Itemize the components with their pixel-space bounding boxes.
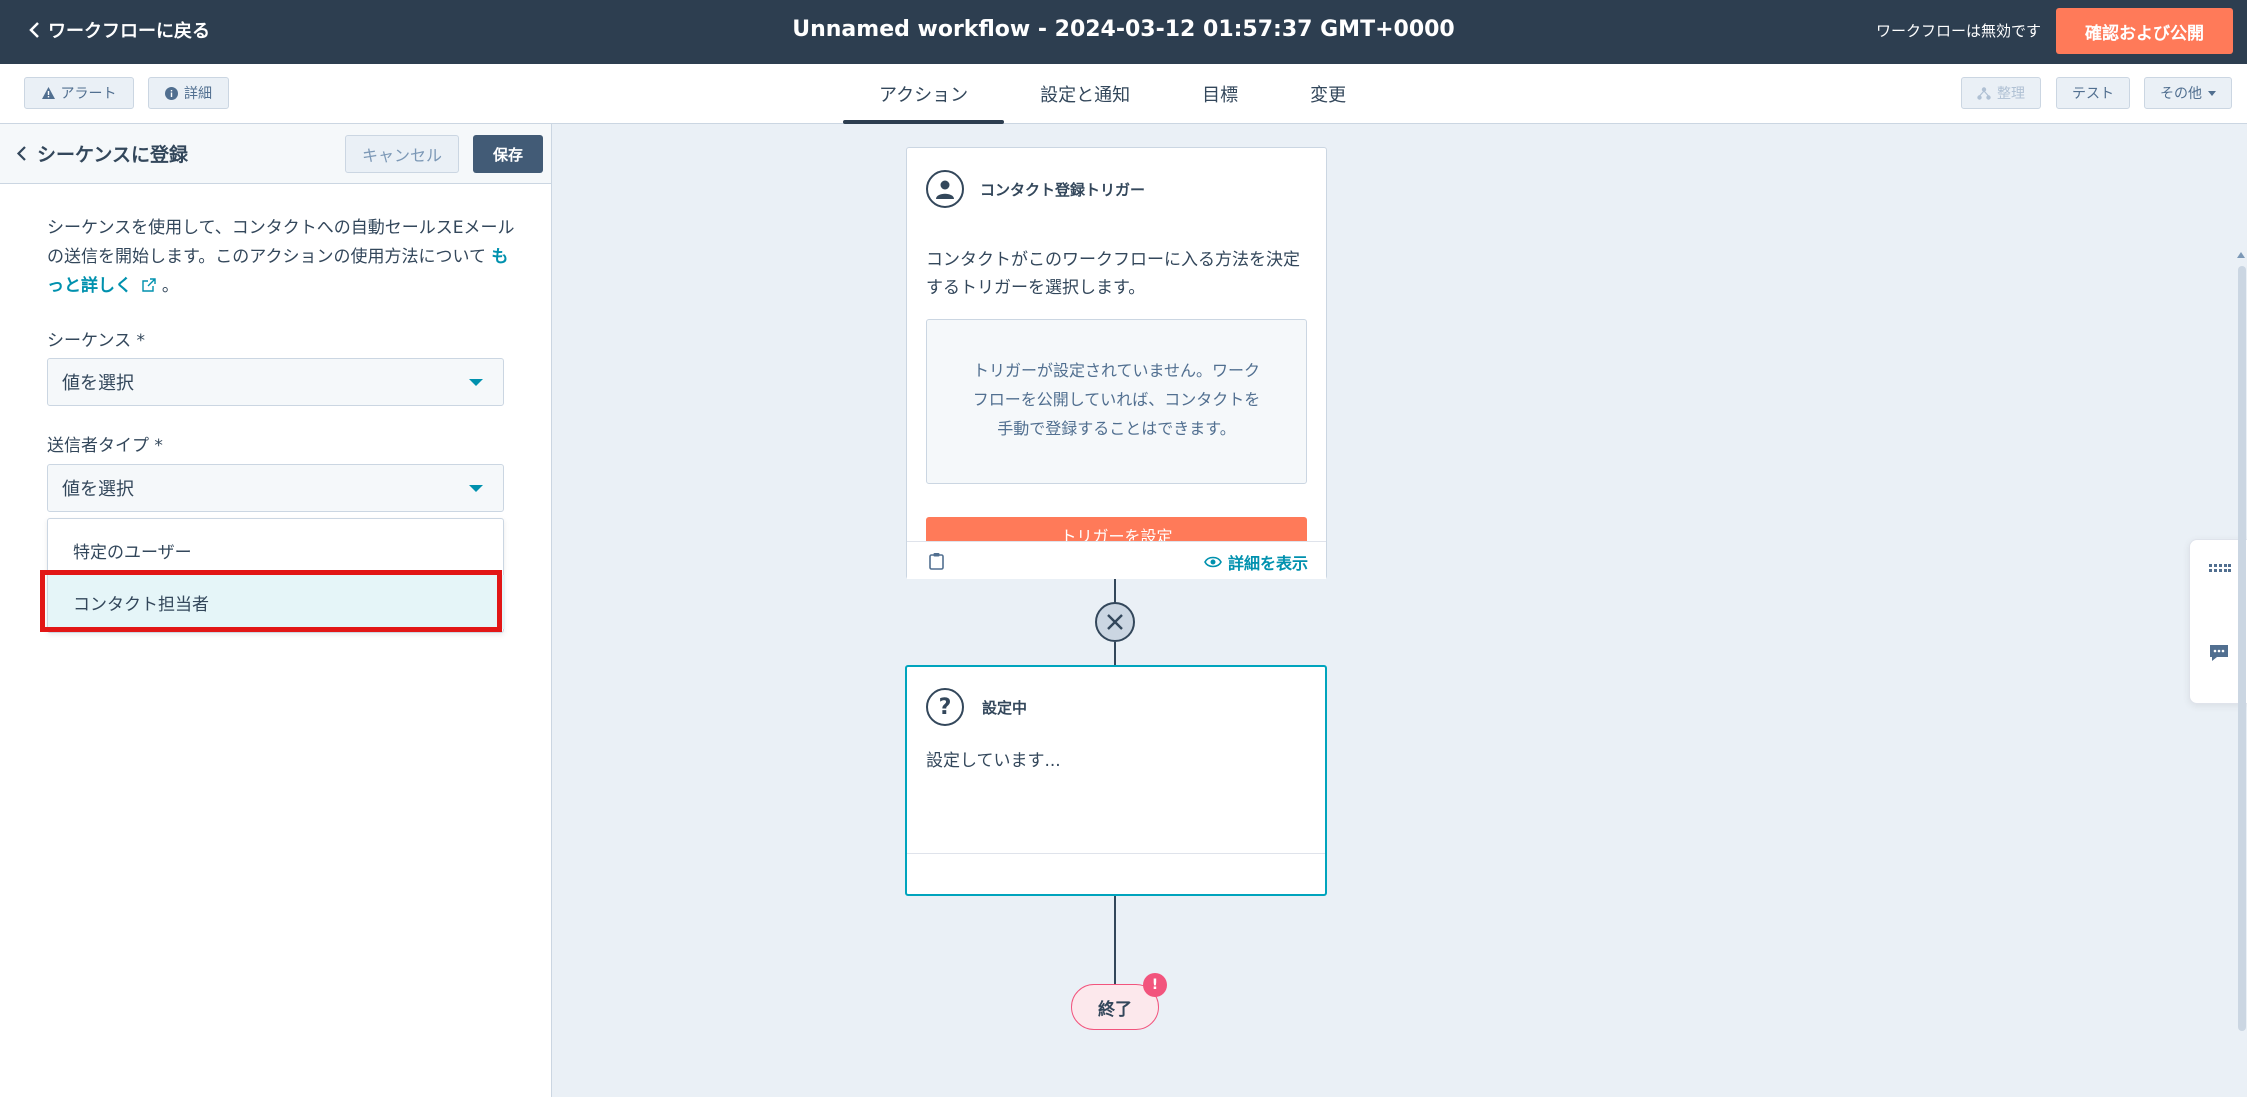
chat-icon[interactable] [2209,644,2229,662]
organize-label: 整理 [1997,86,2025,102]
organize-icon [1977,86,1991,100]
description-text: シーケンスを使用して、コンタクトへの自動セールスEメールの送信を開始します。この… [47,218,515,267]
error-badge-icon: ! [1143,973,1167,997]
back-to-workflows-link[interactable]: ワークフローに戻る [28,17,210,43]
view-details-label: 詳細を表示 [1227,554,1308,573]
cancel-button[interactable]: キャンセル [345,135,459,173]
connector-line [1114,579,1116,603]
tab-changes[interactable]: 変更 [1274,64,1382,124]
details-label: 詳細 [184,86,212,102]
warning-icon [41,87,55,99]
workflow-status: ワークフローは無効です [1875,22,2041,40]
details-button[interactable]: 詳細 [148,77,229,109]
trigger-card-title: コンタクト登録トリガー [980,180,1146,199]
trigger-description: コンタクトがこのワークフローに入る方法を決定するトリガーを選択します。 [926,250,1300,298]
action-card[interactable]: ? 設定中 設定しています... [905,665,1327,896]
info-icon [165,86,178,100]
sub-toolbar: アラート 詳細 アクション 設定と通知 目標 変更 整理 テスト その他 [0,64,2247,124]
chevron-left-icon [29,22,39,38]
scrollbar-thumb[interactable] [2238,266,2246,1031]
delete-branch-button[interactable] [1095,602,1135,642]
chevron-left-icon [16,146,26,161]
connector-line [1114,642,1116,666]
more-label: その他 [2160,86,2202,102]
workflow-canvas: コンタクト登録トリガー コンタクトがこのワークフローに入る方法を決定するトリガー… [552,124,2247,1097]
caret-down-icon [469,485,483,492]
action-card-title: 設定中 [982,698,1028,717]
alert-button[interactable]: アラート [24,77,134,109]
sequence-value: 値を選択 [62,373,134,394]
trigger-card-header: コンタクト登録トリガー [926,170,1145,208]
caret-down-icon [2208,90,2216,96]
tab-settings[interactable]: 設定と通知 [1004,64,1166,124]
dropdown-option-specific-user[interactable]: 特定のユーザー [48,527,505,573]
panel-title: シーケンスに登録 [37,144,189,166]
trigger-card: コンタクト登録トリガー コンタクトがこのワークフローに入る方法を決定するトリガー… [906,147,1327,579]
sequence-select[interactable]: 値を選択 [47,358,504,406]
action-card-header: ? 設定中 [926,688,1027,726]
sequence-label: シーケンス * [47,331,146,351]
scroll-up-icon[interactable] [2237,252,2245,258]
trigger-empty-message: トリガーが設定されていません。ワークフローを公開していれば、コンタクトを手動で登… [926,319,1307,484]
close-icon [1107,614,1123,630]
review-and-publish-button[interactable]: 確認および公開 [2056,8,2233,54]
caret-down-icon [469,379,483,386]
eye-icon [1204,556,1222,568]
tab-actions[interactable]: アクション [843,64,1005,124]
canvas-scrollbar[interactable] [2235,124,2247,1097]
back-label: ワークフローに戻る [48,21,210,42]
view-details-link[interactable]: 詳細を表示 [1204,550,1308,574]
tab-bar: アクション 設定と通知 目標 変更 [843,64,1382,124]
panel-back-title[interactable]: シーケンスに登録 [16,140,188,167]
tab-goals[interactable]: 目標 [1166,64,1274,124]
sender-type-dropdown: 特定のユーザー コンタクト担当者 [47,518,505,633]
panel-header: シーケンスに登録 キャンセル 保存 [0,124,551,184]
test-button[interactable]: テスト [2056,77,2130,109]
dropdown-option-contact-owner[interactable]: コンタクト担当者 [48,575,505,629]
more-button[interactable]: その他 [2144,77,2232,109]
alert-label: アラート [60,86,117,102]
action-config-panel: シーケンスに登録 キャンセル 保存 シーケンスを使用して、コンタクトへの自動セー… [0,124,552,1097]
external-link-icon [142,278,156,292]
contact-icon [926,170,964,208]
save-button[interactable]: 保存 [473,135,543,173]
panel-description: シーケンスを使用して、コンタクトへの自動セールスEメールの送信を開始します。この… [47,214,517,301]
connector-line [1114,896,1116,984]
action-card-divider [907,853,1325,854]
description-suffix: 。 [161,276,179,296]
top-bar: ワークフローに戻る Unnamed workflow - 2024-03-12 … [0,0,2247,64]
keyboard-icon[interactable] [2209,564,2231,576]
trigger-card-footer: 詳細を表示 [907,541,1326,579]
organize-button[interactable]: 整理 [1961,77,2041,109]
sender-type-select[interactable]: 値を選択 [47,464,504,512]
question-icon: ? [926,688,964,726]
sender-type-value: 値を選択 [62,479,134,500]
action-card-body: 設定しています... [926,751,1061,771]
sender-type-label: 送信者タイプ * [47,436,163,456]
clipboard-icon[interactable] [929,552,944,570]
